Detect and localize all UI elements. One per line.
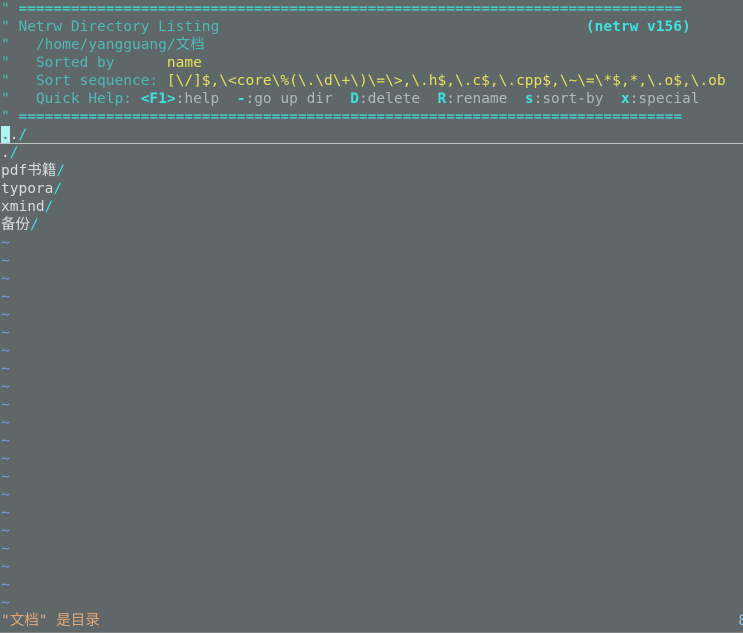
- quote-mark: ": [1, 19, 10, 35]
- empty-line-marker: ~: [1, 451, 10, 467]
- spacer-10: [132, 91, 141, 107]
- banner-title: Netrw Directory Listing: [18, 19, 220, 35]
- quote-mark: ": [1, 73, 10, 89]
- empty-line-marker: ~: [1, 415, 10, 431]
- directory-slash-icon: /: [44, 199, 54, 215]
- empty-line-marker: ~: [1, 235, 10, 251]
- netrw-banner: " ======================================…: [0, 0, 743, 126]
- banner-title-row: " Netrw Directory Listing (netrw v156): [0, 18, 743, 36]
- empty-line-marker: ~: [1, 253, 10, 269]
- terminal-window: " ======================================…: [0, 0, 743, 633]
- quick-help-key[interactable]: R: [438, 91, 447, 107]
- quote-mark: ": [1, 1, 10, 17]
- spacer-5: [10, 55, 36, 71]
- empty-line-marker: ~: [1, 523, 10, 539]
- empty-line-marker: ~: [1, 577, 10, 593]
- directory-entry-name: pdf书籍: [1, 163, 57, 179]
- spacer-4: [10, 37, 36, 53]
- empty-line-marker: ~: [1, 595, 10, 611]
- directory-slash-icon: /: [30, 217, 39, 233]
- empty-line-markers: ~ ~ ~ ~ ~ ~ ~ ~ ~ ~ ~ ~ ~ ~ ~ ~ ~ ~ ~ ~ ~: [0, 234, 743, 612]
- banner-path-row: " /home/yangguang/文档: [0, 36, 743, 54]
- quick-help-action: :go up dir: [245, 91, 351, 107]
- quote-mark: ": [1, 55, 10, 71]
- quote-mark: ": [1, 37, 10, 53]
- quick-help-item-list: <F1>:help -:go up dir D:delete R:rename …: [141, 91, 700, 107]
- status-bar: "文档" 是目录 8: [0, 611, 743, 633]
- status-message: "文档" 是目录: [1, 613, 100, 629]
- quick-help-label: Quick Help:: [35, 91, 132, 107]
- banner-sortsequence-row: " Sort sequence: [\/]$,\<core\%(\.\d\+\)…: [0, 72, 743, 90]
- directory-entry-name: typora: [1, 181, 54, 197]
- directory-entry-name: xmind: [1, 199, 45, 215]
- banner-separator-bottom: ========================================…: [18, 109, 682, 125]
- quick-help-action: :help: [175, 91, 237, 107]
- sorted-by-label: Sorted by: [35, 55, 115, 71]
- directory-slash-icon: /: [56, 163, 65, 179]
- quick-help-key[interactable]: D: [350, 91, 359, 107]
- banner-separator-top-row: " ======================================…: [0, 0, 743, 18]
- netrw-version: (netrw v156): [585, 19, 691, 35]
- banner-sortedby-row: " Sorted by name: [0, 54, 743, 72]
- directory-slash-icon: /: [53, 181, 63, 197]
- directory-entry[interactable]: 备份/: [0, 216, 743, 234]
- empty-line-marker: ~: [1, 505, 10, 521]
- sort-sequence-value: [\/]$,\<core\%(\.\d\+\)\=\>,\.h$,\.c$,\.…: [166, 73, 726, 89]
- directory-slash-icon: /: [18, 127, 28, 143]
- sorted-by-value: name: [166, 55, 202, 71]
- quick-help-action: :delete: [358, 91, 438, 107]
- quote-mark: ": [1, 91, 10, 107]
- directory-entry-name: .: [1, 145, 10, 161]
- status-right-fragment: 8: [738, 611, 743, 631]
- directory-slash-icon: /: [9, 145, 19, 161]
- empty-line-marker: ~: [1, 307, 10, 323]
- empty-line-marker: ~: [1, 397, 10, 413]
- banner-separator-top: ========================================…: [18, 1, 682, 17]
- quick-help-action: :sort-by: [533, 91, 621, 107]
- quote-mark: ": [1, 109, 10, 125]
- spacer-7: [10, 73, 36, 89]
- empty-line-marker: ~: [1, 559, 10, 575]
- directory-entry-list[interactable]: .././pdf书籍/typora/xmind/备份/: [0, 126, 743, 234]
- spacer-9: [10, 91, 36, 107]
- empty-line-marker: ~: [1, 379, 10, 395]
- empty-line-marker: ~: [1, 343, 10, 359]
- spacer-3: [219, 19, 586, 35]
- directory-entry[interactable]: ../: [0, 126, 743, 144]
- quick-help-action: :rename: [446, 91, 525, 107]
- empty-line-marker: ~: [1, 433, 10, 449]
- directory-entry[interactable]: ./: [0, 144, 743, 162]
- spacer-8: [158, 73, 167, 89]
- directory-entry[interactable]: xmind/: [0, 198, 743, 216]
- quick-help-action: :special: [629, 91, 700, 107]
- empty-line-marker: ~: [1, 541, 10, 557]
- directory-entry[interactable]: pdf书籍/: [0, 162, 743, 180]
- current-directory-path: /home/yangguang/文档: [35, 37, 205, 53]
- empty-line-marker: ~: [1, 325, 10, 341]
- spacer-6: [115, 55, 167, 71]
- empty-line-marker: ~: [1, 469, 10, 485]
- directory-entry-name: 备份: [1, 217, 30, 233]
- banner-separator-bottom-row: " ======================================…: [0, 108, 743, 126]
- empty-line-marker: ~: [1, 271, 10, 287]
- quick-help-key[interactable]: x: [621, 91, 630, 107]
- empty-line-marker: ~: [1, 487, 10, 503]
- banner-quickhelp-row: " Quick Help: <F1>:help -:go up dir D:de…: [0, 90, 743, 108]
- quick-help-key[interactable]: <F1>: [141, 91, 176, 107]
- directory-entry[interactable]: typora/: [0, 180, 743, 198]
- empty-line-marker: ~: [1, 289, 10, 305]
- quick-help-key[interactable]: s: [525, 91, 534, 107]
- text-cursor: .: [1, 126, 10, 144]
- sort-sequence-label: Sort sequence:: [35, 73, 159, 89]
- empty-line-marker: ~: [1, 361, 10, 377]
